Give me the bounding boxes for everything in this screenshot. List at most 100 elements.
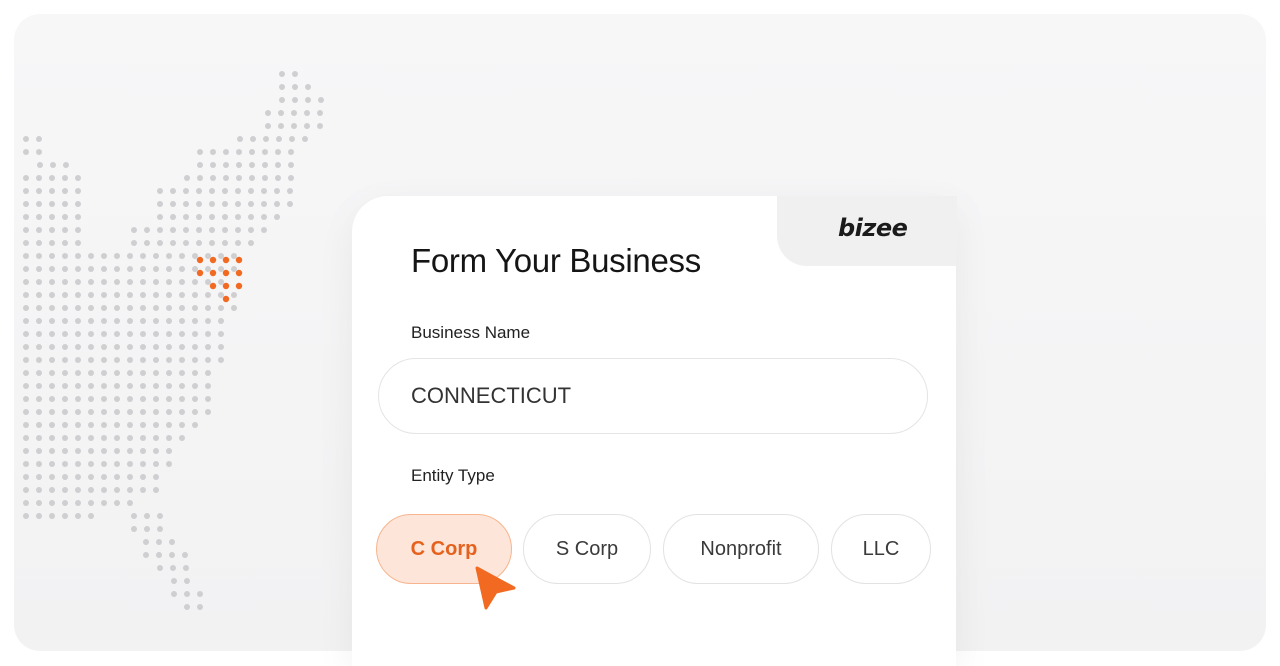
map-dot [75, 188, 81, 194]
map-dot [36, 435, 42, 441]
entity-option-nonprofit[interactable]: Nonprofit [663, 514, 819, 584]
map-dot [62, 253, 68, 259]
map-dot [36, 318, 42, 324]
map-dot [36, 344, 42, 350]
map-dot [23, 396, 29, 402]
map-dot [279, 71, 285, 77]
map-dot [170, 201, 176, 207]
map-dot [287, 188, 293, 194]
map-dot [36, 188, 42, 194]
map-dot [23, 422, 29, 428]
map-dot [140, 292, 146, 298]
map-dot [36, 253, 42, 259]
map-dot [127, 396, 133, 402]
map-dot [144, 227, 150, 233]
map-dot [140, 461, 146, 467]
map-dot [236, 149, 242, 155]
map-dot [184, 604, 190, 610]
map-dot [49, 266, 55, 272]
map-dot [37, 162, 43, 168]
map-dot [183, 201, 189, 207]
map-dot [49, 279, 55, 285]
map-dot [153, 474, 159, 480]
map-dot [248, 201, 254, 207]
map-dot [114, 409, 120, 415]
map-dot [166, 422, 172, 428]
map-dot [127, 448, 133, 454]
map-dot [62, 383, 68, 389]
map-dot [75, 175, 81, 181]
map-dot [49, 448, 55, 454]
map-dot [101, 448, 107, 454]
map-dot [127, 409, 133, 415]
map-dot [101, 409, 107, 415]
map-dot [49, 396, 55, 402]
map-dot [144, 513, 150, 519]
map-dot [140, 448, 146, 454]
map-dot [140, 396, 146, 402]
map-dot [36, 448, 42, 454]
map-dot-highlight [209, 256, 217, 264]
map-dot [153, 357, 159, 363]
entity-option-llc[interactable]: LLC [831, 514, 931, 584]
map-dot [153, 487, 159, 493]
map-dot [218, 344, 224, 350]
map-dot [36, 279, 42, 285]
map-dot [170, 240, 176, 246]
map-dot [275, 162, 281, 168]
map-dot [292, 84, 298, 90]
map-dot [88, 253, 94, 259]
map-dot [197, 149, 203, 155]
map-dot [88, 344, 94, 350]
map-dot [114, 253, 120, 259]
map-dot [205, 253, 211, 259]
map-dot [88, 331, 94, 337]
map-dot [62, 318, 68, 324]
map-dot [153, 292, 159, 298]
map-dot [23, 266, 29, 272]
map-dot [114, 370, 120, 376]
map-dot [49, 201, 55, 207]
map-dot [140, 253, 146, 259]
map-dot [143, 552, 149, 558]
map-dot [23, 149, 29, 155]
map-dot [192, 409, 198, 415]
map-dot [62, 175, 68, 181]
entity-option-s-corp[interactable]: S Corp [523, 514, 651, 584]
business-name-input[interactable] [378, 358, 928, 434]
map-dot [289, 136, 295, 142]
map-dot [222, 240, 228, 246]
map-dot [49, 331, 55, 337]
map-dot [183, 240, 189, 246]
map-dot [36, 305, 42, 311]
map-dot [292, 71, 298, 77]
map-dot [318, 97, 324, 103]
map-dot [153, 266, 159, 272]
map-dot [197, 604, 203, 610]
map-dot [23, 201, 29, 207]
map-dot [49, 188, 55, 194]
map-dot [88, 435, 94, 441]
map-dot [184, 578, 190, 584]
map-dot [36, 175, 42, 181]
map-dot [23, 214, 29, 220]
map-dot [23, 500, 29, 506]
map-dot [75, 383, 81, 389]
map-dot [171, 591, 177, 597]
map-dot [192, 370, 198, 376]
map-dot [170, 227, 176, 233]
map-dot [209, 188, 215, 194]
map-dot [131, 526, 137, 532]
map-dot [23, 292, 29, 298]
map-dot [184, 175, 190, 181]
map-dot [140, 357, 146, 363]
map-dot [156, 552, 162, 558]
map-dot [114, 487, 120, 493]
map-dot [249, 175, 255, 181]
map-dot [170, 214, 176, 220]
map-dot [236, 175, 242, 181]
map-dot [209, 214, 215, 220]
map-dot [62, 279, 68, 285]
map-dot [292, 97, 298, 103]
map-dot [49, 500, 55, 506]
